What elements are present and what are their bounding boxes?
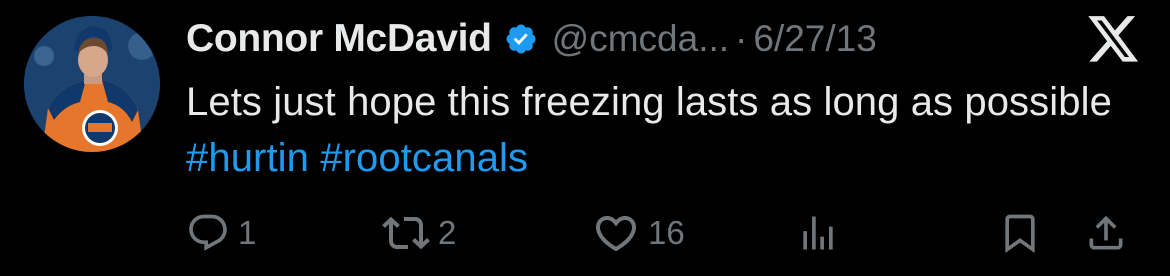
verified-badge-icon — [504, 22, 538, 56]
heart-icon — [595, 216, 637, 252]
like-count: 16 — [648, 214, 685, 251]
like-button[interactable]: 16 — [592, 208, 685, 258]
action-bar: 1 2 16 — [186, 208, 1136, 258]
svg-text:C: C — [120, 94, 130, 109]
retweet-icon — [382, 216, 430, 250]
share-button[interactable] — [1084, 208, 1128, 258]
x-logo-icon — [1088, 16, 1140, 64]
avatar[interactable]: C — [24, 16, 160, 152]
tweet-card[interactable]: C Connor McDavid @cmcda... · 6/27/13 Let… — [0, 0, 1170, 276]
author-handle[interactable]: @cmcda... — [552, 18, 729, 60]
analytics-icon — [803, 216, 833, 250]
retweet-button[interactable]: 2 — [382, 208, 456, 258]
bookmark-icon — [1005, 214, 1035, 254]
hashtag-link[interactable]: #hurtin — [186, 136, 309, 180]
retweet-count: 2 — [438, 214, 457, 251]
tweet-body: Lets just hope this freezing lasts as lo… — [186, 80, 1112, 124]
hockey-player-avatar-icon: C — [24, 16, 160, 152]
author-name[interactable]: Connor McDavid — [186, 17, 492, 61]
tweet-text: Lets just hope this freezing lasts as lo… — [186, 74, 1126, 186]
tweet-header: Connor McDavid @cmcda... · 6/27/13 — [186, 14, 877, 64]
reply-count: 1 — [238, 214, 257, 251]
views-button[interactable] — [796, 208, 840, 258]
separator-dot: · — [735, 18, 748, 59]
bookmark-button[interactable] — [998, 208, 1042, 258]
tweet-date[interactable]: 6/27/13 — [753, 18, 876, 60]
reply-icon — [189, 214, 227, 251]
reply-button[interactable]: 1 — [186, 208, 256, 258]
share-icon — [1089, 215, 1123, 250]
hashtag-link[interactable]: #rootcanals — [320, 136, 528, 180]
